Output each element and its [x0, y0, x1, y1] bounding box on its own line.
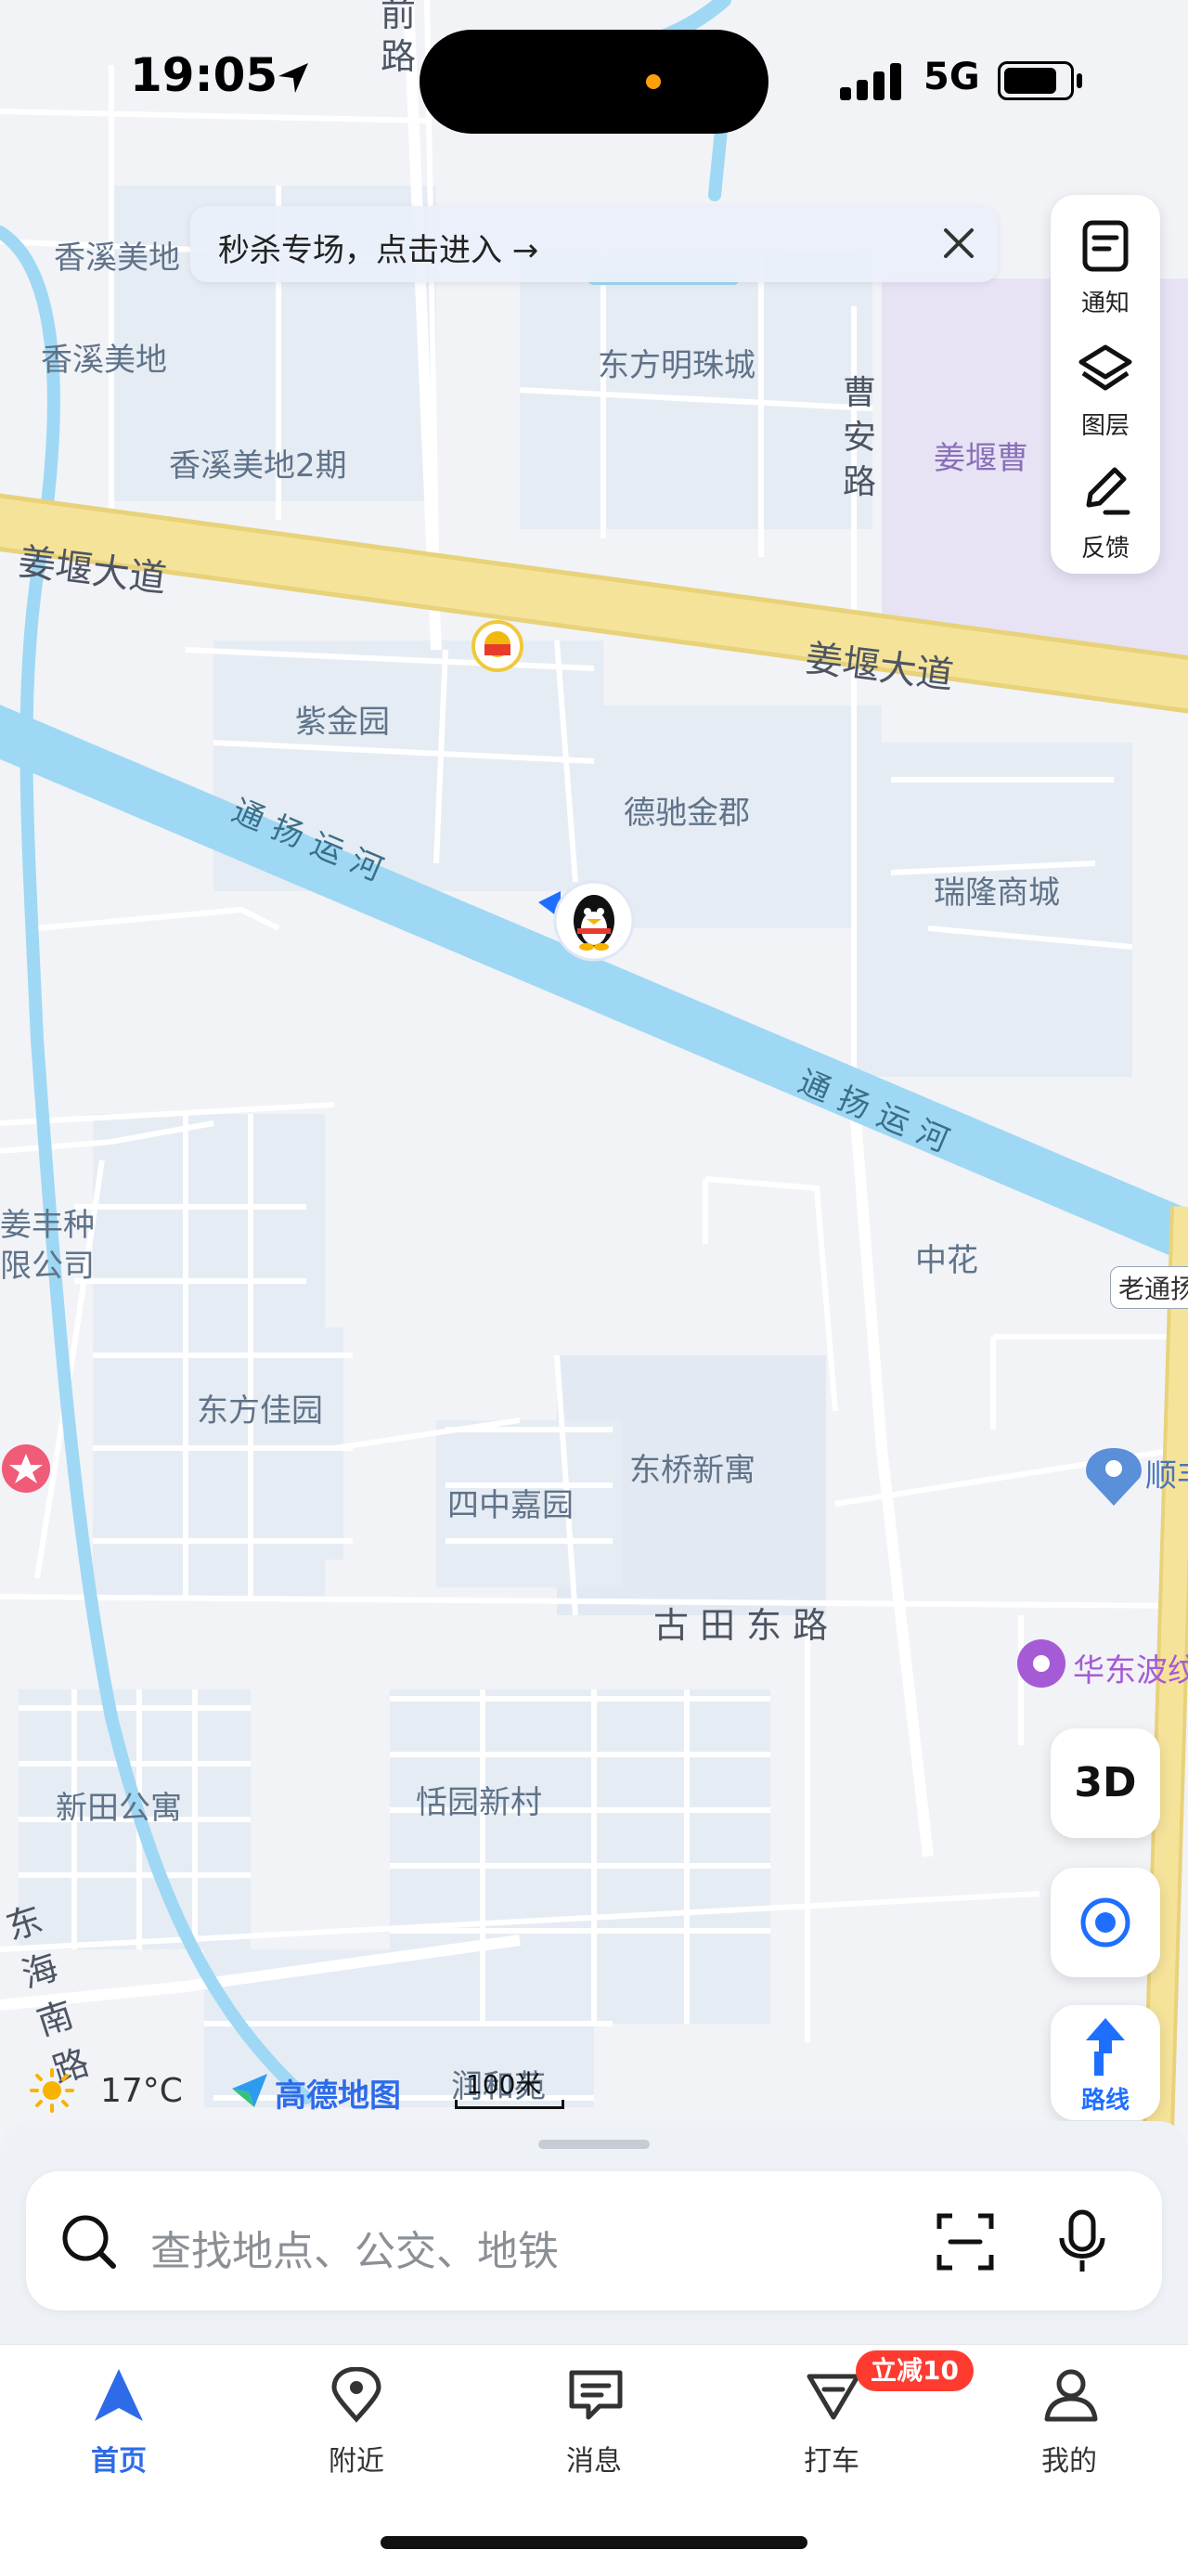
tool-label: 通知: [1080, 290, 1130, 317]
sheet-handle[interactable]: [538, 2140, 650, 2149]
feedback-button[interactable]: 反馈: [1051, 447, 1160, 570]
signal-icon: [840, 63, 901, 100]
tab-label: 我的: [1041, 2445, 1097, 2478]
microphone-icon[interactable]: [1054, 2208, 1110, 2275]
home-indicator: [381, 2536, 807, 2549]
place-label: 香溪美地: [54, 239, 180, 277]
status-bar: 19:05 5G: [0, 0, 1188, 158]
place-label: 恬园新村: [416, 1784, 542, 1821]
layers-button[interactable]: 图层: [1051, 325, 1160, 447]
banner-text: 秒杀专场，点击进入 →: [218, 232, 539, 269]
close-icon[interactable]: [938, 223, 979, 264]
layers-icon: [1078, 344, 1132, 391]
tab-label: 附近: [329, 2445, 384, 2478]
brand-name: 高德地图: [275, 2078, 401, 2115]
map-tools-panel: 通知 图层 反馈: [1051, 195, 1160, 574]
place-label: 四中嘉园: [447, 1487, 574, 1524]
scale-text: 100米: [466, 2069, 542, 2100]
map-view[interactable]: 前路 香溪美地 香溪美地 香溪美地2期 东方明珠城 曹安路 姜堰曹 姜堰大道 姜…: [0, 0, 1188, 2376]
taxi-icon: [807, 2374, 860, 2420]
tab-messages[interactable]: 消息: [501, 2367, 687, 2479]
status-time: 19:05: [130, 48, 278, 102]
network-type: 5G: [923, 56, 980, 98]
promo-banner[interactable]: 秒杀专场，点击进入 →: [190, 206, 998, 282]
home-nav-icon: [95, 2369, 143, 2421]
place-label: 新田公寓: [56, 1790, 182, 1827]
sun-icon: [30, 2068, 74, 2113]
taxi-promo-badge: 立减10: [856, 2350, 974, 2391]
tab-label: 消息: [566, 2445, 622, 2478]
purple-poi-icon: [1017, 1639, 1065, 1688]
place-label: 老通扬: [1110, 1266, 1188, 1309]
message-icon: [569, 2370, 623, 2420]
place-label: 姜丰种: [0, 1207, 95, 1244]
scale-bar: [455, 2100, 564, 2109]
search-bar[interactable]: 查找地点、公交、地铁: [26, 2171, 1162, 2311]
tab-nearby[interactable]: 附近: [264, 2367, 449, 2479]
dynamic-island: [420, 30, 768, 134]
location-poi-icon: [1086, 1448, 1142, 1506]
place-label: 东桥新寓: [629, 1452, 755, 1489]
place-label: 瑞隆商城: [934, 874, 1060, 912]
gas-station-icon: [471, 620, 523, 672]
star-poi-icon: [2, 1444, 50, 1493]
place-label: 东方佳园: [197, 1392, 323, 1430]
location-arrow-icon: [278, 63, 308, 93]
road-label-gutian: 古田东路: [653, 1605, 840, 1646]
3d-button[interactable]: 3D: [1051, 1728, 1160, 1838]
place-label: 中花: [915, 1242, 978, 1279]
location-pin-icon: [331, 2367, 381, 2423]
tool-label: 图层: [1080, 412, 1130, 440]
place-label: 德驰金郡: [624, 795, 750, 832]
tab-home[interactable]: 首页: [26, 2367, 212, 2479]
place-label: 顺丰: [1145, 1457, 1188, 1495]
tab-label: 首页: [91, 2445, 147, 2478]
place-label: 限公司: [0, 1248, 95, 1285]
road-label-caoan: 曹安路: [843, 374, 877, 501]
place-label: 华东波纹: [1073, 1652, 1188, 1689]
locate-button[interactable]: [1051, 1868, 1160, 1977]
place-label: 紫金园: [295, 704, 390, 741]
place-label: 姜堰曹: [934, 440, 1028, 477]
privacy-indicator: [646, 74, 661, 89]
locate-icon: [1080, 1897, 1130, 1948]
route-button[interactable]: 路线: [1051, 2005, 1160, 2120]
map-base: [0, 0, 1188, 2376]
notification-icon: [1082, 220, 1129, 272]
tab-profile[interactable]: 我的: [976, 2367, 1162, 2479]
profile-icon: [1044, 2369, 1098, 2422]
route-arrow-icon: [1086, 2018, 1125, 2076]
map-scale: 100米: [455, 2063, 566, 2111]
amap-logo-icon: [232, 2074, 267, 2107]
tab-label: 打车: [804, 2445, 859, 2478]
place-label: 香溪美地: [41, 342, 167, 379]
search-input[interactable]: 查找地点、公交、地铁: [150, 2218, 559, 2277]
battery-icon: [998, 61, 1082, 100]
place-label: 香溪美地2期: [169, 447, 347, 485]
search-icon: [62, 2215, 116, 2269]
temperature: 17°C: [100, 2072, 183, 2110]
place-label: 东方明珠城: [598, 347, 755, 384]
feedback-icon: [1086, 467, 1130, 515]
notification-button[interactable]: 通知: [1051, 202, 1160, 325]
route-label: 路线: [1080, 2087, 1130, 2115]
tool-label: 反馈: [1080, 535, 1130, 563]
scan-icon[interactable]: [936, 2212, 995, 2272]
bottom-sheet[interactable]: 查找地点、公交、地铁: [0, 2121, 1188, 2344]
